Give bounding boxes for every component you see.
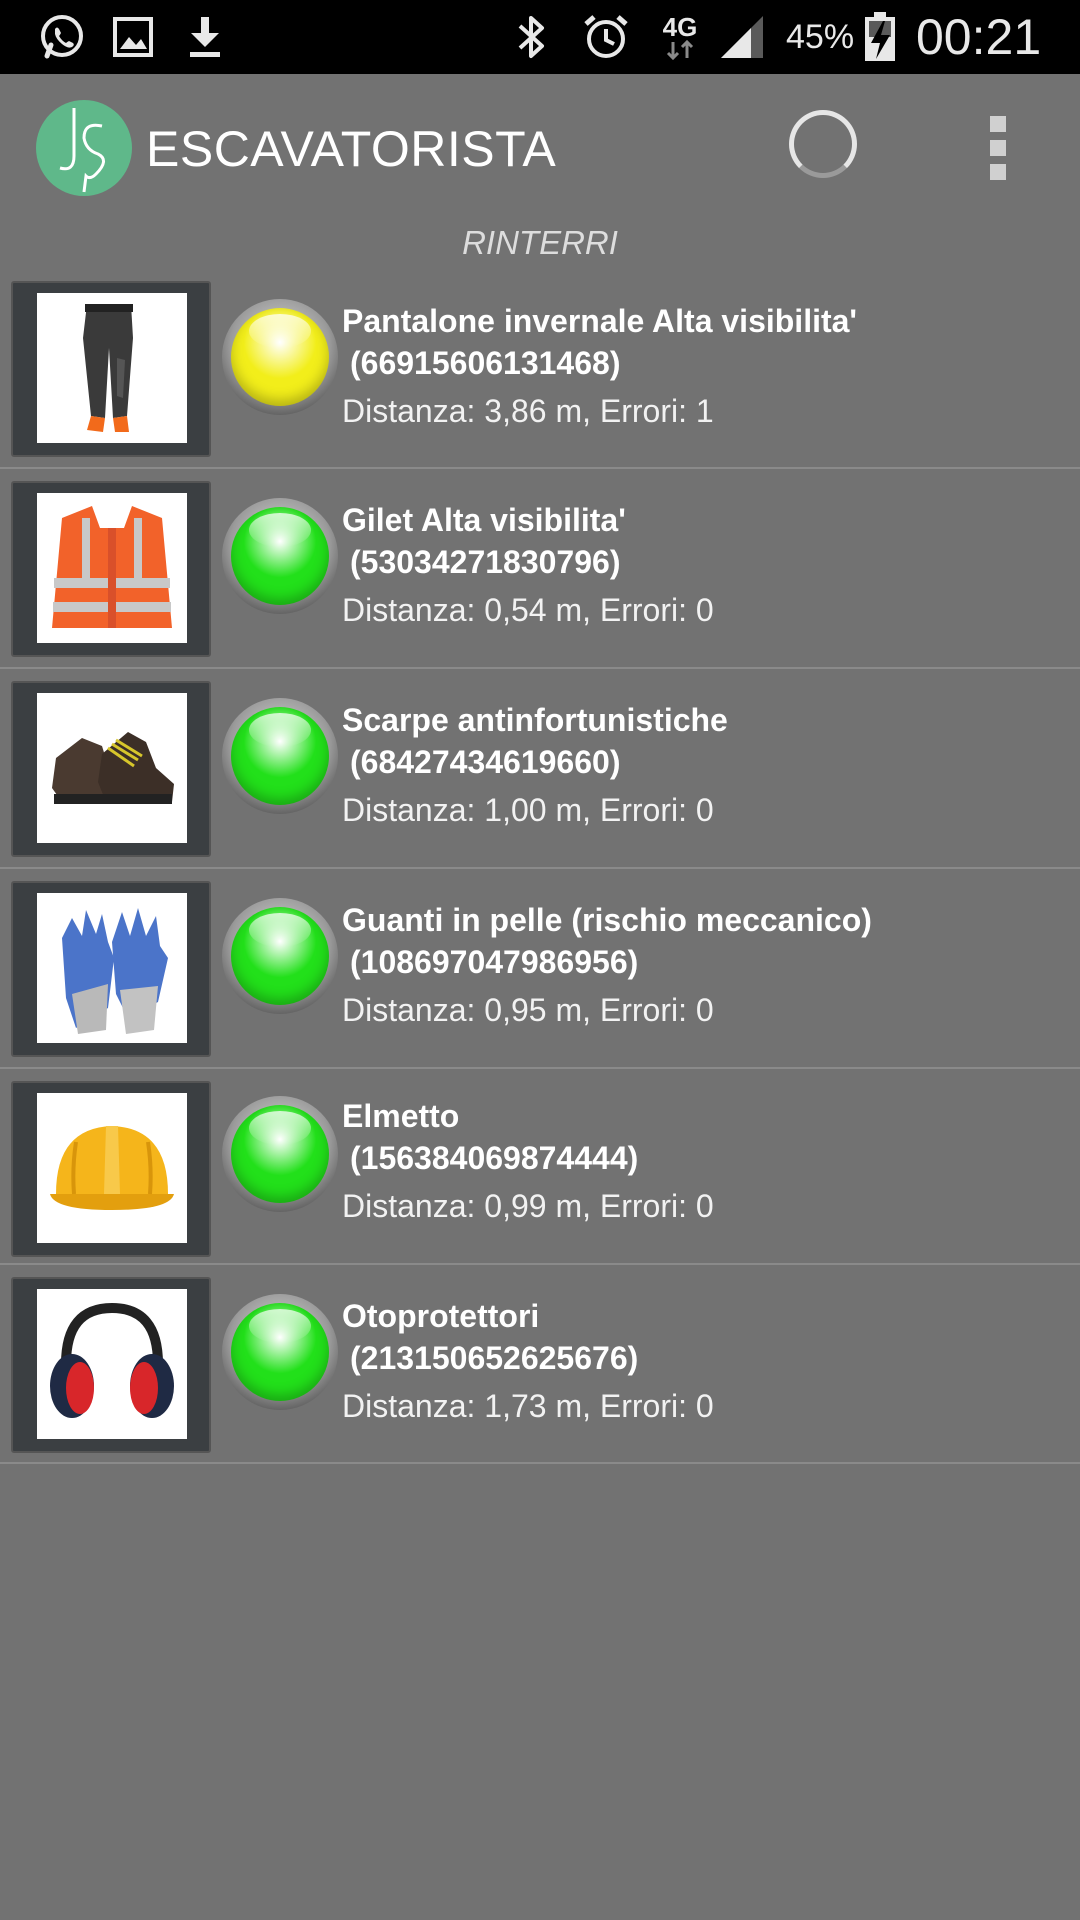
status-light-icon <box>222 498 338 614</box>
item-text: Elmetto (156384069874444) Distanza: 0,99… <box>342 1095 1062 1227</box>
bluetooth-icon <box>508 0 556 74</box>
status-light-fill <box>231 907 329 1005</box>
item-details: Distanza: 1,73 m, Errori: 0 <box>342 1388 714 1424</box>
network-type-label: 4G <box>662 12 698 42</box>
battery-charging-icon <box>858 0 902 74</box>
list-item[interactable]: Guanti in pelle (rischio meccanico) (108… <box>0 869 1080 1069</box>
battery-percent: 45% <box>786 17 855 56</box>
item-name: Pantalone invernale Alta visibilita' <box>342 303 858 339</box>
download-icon <box>180 0 230 74</box>
status-light-fill <box>231 1303 329 1401</box>
status-light-icon <box>222 698 338 814</box>
alarm-icon <box>578 0 634 74</box>
item-code: (53034271830796) <box>350 544 621 580</box>
item-text: Guanti in pelle (rischio meccanico) (108… <box>342 899 1062 1031</box>
status-light-icon <box>222 898 338 1014</box>
item-code: (156384069874444) <box>350 1140 639 1176</box>
item-code: (213150652625676) <box>350 1340 639 1376</box>
app-logo[interactable] <box>36 100 132 196</box>
list-item[interactable]: Elmetto (156384069874444) Distanza: 0,99… <box>0 1069 1080 1265</box>
hard-hat-image <box>37 1093 187 1243</box>
item-thumbnail <box>11 1081 211 1257</box>
status-light-fill <box>231 1105 329 1203</box>
list-item[interactable]: Otoprotettori (213150652625676) Distanza… <box>0 1265 1080 1464</box>
safety-shoes-image <box>37 693 187 843</box>
status-light-icon <box>222 299 338 415</box>
item-name: Elmetto <box>342 1098 460 1134</box>
status-light-fill <box>231 507 329 605</box>
clock-time: 00:21 <box>916 9 1042 65</box>
status-light-fill <box>231 707 329 805</box>
item-details: Distanza: 1,00 m, Errori: 0 <box>342 792 714 828</box>
item-text: Otoprotettori (213150652625676) Distanza… <box>342 1295 1062 1427</box>
item-thumbnail <box>11 281 211 457</box>
item-name: Guanti in pelle (rischio meccanico) <box>342 902 872 938</box>
item-code: (68427434619660) <box>350 744 621 780</box>
list-item[interactable]: Gilet Alta visibilita' (53034271830796) … <box>0 469 1080 669</box>
item-details: Distanza: 0,99 m, Errori: 0 <box>342 1188 714 1224</box>
network-4g-icon: 4G <box>652 0 708 74</box>
item-thumbnail <box>11 681 211 857</box>
gallery-icon <box>108 0 158 74</box>
work-gloves-image <box>37 893 187 1043</box>
status-light-icon <box>222 1096 338 1212</box>
item-name: Scarpe antinfortunistiche <box>342 702 728 738</box>
item-thumbnail <box>11 1277 211 1453</box>
loading-spinner-icon <box>789 110 857 178</box>
item-thumbnail <box>11 881 211 1057</box>
item-thumbnail <box>11 481 211 657</box>
action-bar: ESCAVATORISTA <box>0 74 1080 222</box>
high-visibility-pants-image <box>37 293 187 443</box>
list-item[interactable]: Scarpe antinfortunistiche (6842743461966… <box>0 669 1080 869</box>
whatsapp-icon <box>34 0 90 74</box>
item-text: Gilet Alta visibilita' (53034271830796) … <box>342 499 1062 631</box>
status-light-icon <box>222 1294 338 1410</box>
app-title: ESCAVATORISTA <box>146 121 557 177</box>
item-details: Distanza: 0,95 m, Errori: 0 <box>342 992 714 1028</box>
high-visibility-vest-image <box>37 493 187 643</box>
item-text: Scarpe antinfortunistiche (6842743461966… <box>342 699 1062 831</box>
item-text: Pantalone invernale Alta visibilita' (66… <box>342 300 1062 432</box>
item-details: Distanza: 0,54 m, Errori: 0 <box>342 592 714 628</box>
item-name: Gilet Alta visibilita' <box>342 502 626 538</box>
item-details: Distanza: 3,86 m, Errori: 1 <box>342 393 714 429</box>
item-name: Otoprotettori <box>342 1298 540 1334</box>
ppe-list: Pantalone invernale Alta visibilita' (66… <box>0 270 1080 1464</box>
signal-icon <box>714 0 770 74</box>
item-code: (66915606131468) <box>350 345 621 381</box>
status-bar: 4G 45% 00:21 <box>0 0 1080 74</box>
status-light-fill <box>231 308 329 406</box>
list-item[interactable]: Pantalone invernale Alta visibilita' (66… <box>0 270 1080 469</box>
ear-muffs-image <box>37 1289 187 1439</box>
item-code: (108697047986956) <box>350 944 639 980</box>
overflow-menu-icon[interactable] <box>980 114 1016 182</box>
section-title: RINTERRI <box>462 224 618 261</box>
